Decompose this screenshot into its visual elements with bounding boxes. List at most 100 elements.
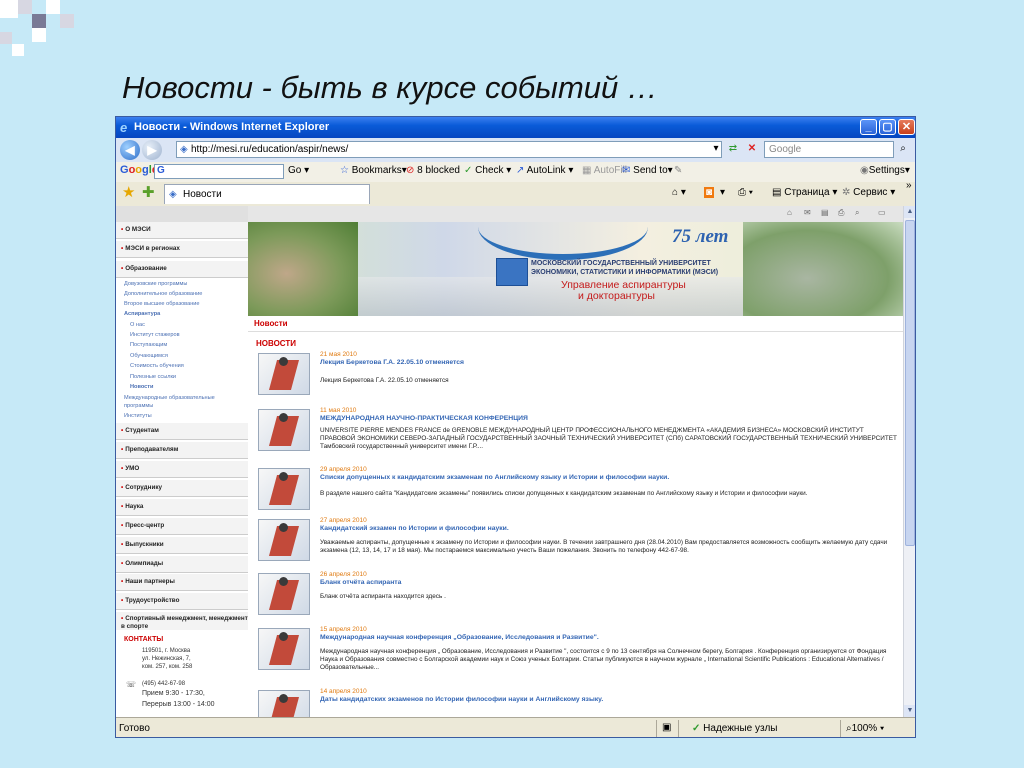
google-g-button[interactable]: G (157, 165, 165, 176)
home-icon[interactable]: ⌂ ▾ (672, 187, 686, 198)
back-button[interactable]: ◀ (120, 140, 140, 160)
language-icon[interactable]: ▭ (878, 208, 886, 217)
sidebar-item-umo[interactable]: • УМО (116, 461, 248, 478)
url-dropdown-button[interactable]: ▾ (710, 141, 722, 158)
favorites-star-icon[interactable]: ★ (122, 183, 135, 201)
minimize-button[interactable]: _ (860, 119, 877, 135)
news-thumbnail (258, 519, 310, 561)
scroll-down-arrow[interactable]: ▼ (904, 705, 915, 717)
blocked-label: 8 blocked (417, 165, 460, 176)
print-icon[interactable]: ⎙ (838, 208, 844, 218)
sidebar-item-education[interactable]: • Образование (116, 261, 248, 278)
autofill-icon: ▦ (582, 165, 592, 176)
page-tools-strip: ⌂ ✉ ▤ ⎙ ⌕ ▭ (248, 206, 903, 223)
sitemap-icon[interactable]: ▤ (821, 208, 829, 217)
stop-button[interactable]: ✕ (744, 141, 760, 158)
web-search-input[interactable]: Google (764, 141, 894, 158)
sidebar-sub-link[interactable]: Аспирантура (124, 311, 160, 317)
sidebar-sub-link[interactable]: Институты (124, 413, 152, 419)
sidebar-item-partners[interactable]: • Наши партнеры (116, 574, 248, 591)
sidebar-sub-link[interactable]: Дополнительное образование (124, 291, 202, 297)
search-icon[interactable]: ⌕ (896, 141, 910, 158)
browser-window: e Новости - Windows Internet Explorer _ … (115, 116, 916, 738)
sidebar-item-alumni[interactable]: • Выпускники (116, 537, 248, 554)
sidebar-sub-link[interactable]: Поступающим (130, 342, 167, 348)
url-field[interactable]: ◈ http://mesi.ru/education/aspir/news/ (176, 141, 722, 158)
tools-menu-button[interactable]: ✲ Сервис ▾ (842, 187, 895, 198)
mail-icon[interactable]: ✉ (804, 208, 811, 217)
window-titlebar[interactable]: e Новости - Windows Internet Explorer _ … (116, 117, 915, 138)
sidebar-item-about[interactable]: • О МЭСИ (116, 222, 248, 239)
zone-label: Надежные узлы (703, 723, 778, 734)
sidebar-item-employment[interactable]: • Трудоустройство (116, 593, 248, 610)
vertical-scrollbar[interactable]: ▲ ▼ (903, 206, 915, 717)
news-date: 27 апреля 2010 (320, 517, 367, 524)
sidebar-sub-link[interactable]: Международные образовательные (124, 395, 215, 401)
news-title-link[interactable]: Международная научная конференция „Образ… (320, 634, 599, 641)
sidebar-sub-link[interactable]: Стоимость обучения (130, 363, 184, 369)
autolink-button[interactable]: ↗ AutoLink ▾ (516, 165, 573, 176)
autofill-button[interactable]: ▦ AutoFill (582, 165, 627, 176)
sidebar-item-press[interactable]: • Пресс-центр (116, 518, 248, 535)
news-summary: Бланк отчёта аспиранта находится здесь . (320, 593, 446, 600)
news-title-link[interactable]: Списки допущенных к кандидатским экзамен… (320, 474, 669, 481)
news-thumbnail (258, 353, 310, 395)
news-item: 15 апреля 2010 Международная научная кон… (248, 626, 903, 686)
add-favorites-icon[interactable]: ✚ (142, 183, 155, 201)
ie-logo-icon: e (120, 120, 128, 135)
contacts-hours-line: Прием 9:30 - 17:30, (142, 690, 205, 697)
rss-dropdown-icon[interactable]: ▾ (720, 187, 725, 198)
google-search-field[interactable]: G (154, 164, 284, 179)
sidebar-item-employee[interactable]: • Сотруднику (116, 480, 248, 497)
news-summary: Лекция Беркетова Г.А. 22.05.10 отменяетс… (320, 377, 449, 384)
contacts-hours-line: Перерыв 13:00 - 14:00 (142, 701, 215, 708)
bookmarks-button[interactable]: ☆ Bookmarks▾ (340, 165, 407, 176)
sidebar-item-teachers[interactable]: • Преподавателям (116, 442, 248, 459)
sidebar-sub-link[interactable]: Институт стажеров (130, 332, 180, 338)
sidebar-item-students[interactable]: • Студентам (116, 423, 248, 440)
popup-blocked-button[interactable]: ⊘ 8 blocked (406, 165, 460, 176)
news-title-link[interactable]: Даты кандидатских экзаменов по Истории ф… (320, 696, 603, 703)
scrollbar-thumb[interactable] (905, 220, 915, 546)
sidebar-sub-link[interactable]: Обучающимся (130, 353, 168, 359)
close-button[interactable]: ✕ (898, 119, 915, 135)
news-title-link[interactable]: Кандидатский экзамен по Истории и филосо… (320, 525, 509, 532)
news-title-link[interactable]: Лекция Беркетова Г.А. 22.05.10 отменяетс… (320, 359, 464, 366)
news-title-link[interactable]: МЕЖДУНАРОДНАЯ НАУЧНО-ПРАКТИЧЕСКАЯ КОНФЕР… (320, 415, 528, 422)
security-zone[interactable]: ✓ Надежные узлы (692, 723, 777, 734)
check-icon: ✓ (464, 165, 473, 176)
sidebar-sub-link-active[interactable]: Новости (130, 384, 153, 390)
tab-news[interactable]: ◈ Новости (164, 184, 370, 204)
sidebar-sub-link[interactable]: Полезные ссылки (130, 374, 176, 380)
forward-button[interactable]: ▶ (142, 140, 162, 160)
print-icon[interactable]: ⎙ ▾ (738, 187, 753, 198)
section-title: Новости (248, 316, 903, 332)
go-button[interactable]: Go ▾ (288, 165, 309, 176)
maximize-button[interactable]: ▢ (879, 119, 896, 135)
scroll-up-arrow[interactable]: ▲ (904, 206, 915, 218)
settings-button[interactable]: ◉Settings▾ (860, 165, 910, 176)
home-icon[interactable]: ⌂ (787, 208, 792, 217)
refresh-button[interactable]: ⇄ (725, 141, 741, 158)
sidebar-item-label: Наука (125, 503, 144, 510)
sidebar-item-science[interactable]: • Наука (116, 499, 248, 516)
pen-icon[interactable]: ✎ (674, 165, 682, 176)
google-toolbar: Google G Go ▾ ☆ Bookmarks▾ ⊘ 8 blocked ✓… (116, 162, 915, 183)
sidebar-sub-link[interactable]: Довузовские программы (124, 281, 187, 287)
bookmarks-label: Bookmarks (351, 165, 402, 176)
sidebar-sub-link[interactable]: программы (124, 403, 153, 409)
rss-feed-icon[interactable]: ◙ (704, 187, 715, 198)
search-icon[interactable]: ⌕ (855, 208, 859, 218)
sidebar-sub-link[interactable]: О нас (130, 322, 145, 328)
zoom-control[interactable]: ⌕100% ▾ (846, 723, 884, 734)
page-menu-button[interactable]: ▤ Страница ▾ (772, 187, 837, 198)
check-button[interactable]: ✓ Check ▾ (464, 165, 511, 176)
address-bar: ◀ ▶ ◈ http://mesi.ru/education/aspir/new… (116, 138, 915, 162)
sendto-button[interactable]: ✉ Send to▾ (622, 165, 673, 176)
news-title-link[interactable]: Бланк отчёта аспиранта (320, 579, 401, 586)
security-icon[interactable]: ▣ (662, 722, 671, 733)
more-tools-icon[interactable]: » (906, 180, 912, 191)
sidebar-item-olympiads[interactable]: • Олимпиады (116, 556, 248, 573)
sidebar-item-regions[interactable]: • МЭСИ в регионах (116, 241, 248, 258)
sidebar-sub-link[interactable]: Второе высшее образование (124, 301, 200, 307)
